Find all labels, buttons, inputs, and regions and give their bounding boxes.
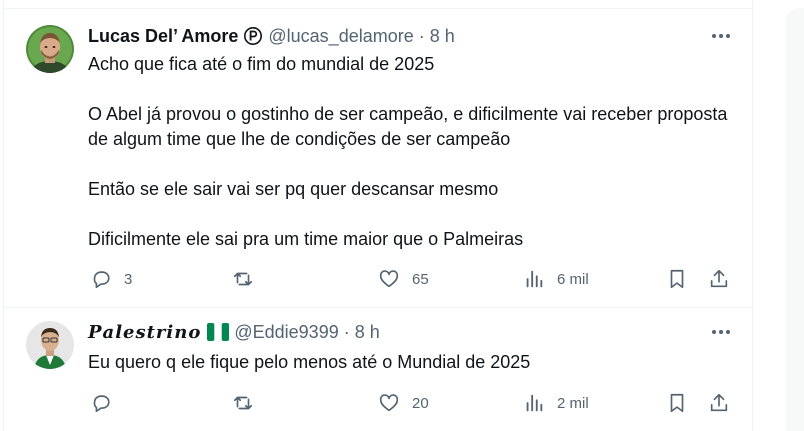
reply-icon xyxy=(90,268,112,290)
like-button[interactable]: 20 xyxy=(378,391,429,415)
bookmark-icon xyxy=(666,392,688,414)
reply-button[interactable]: 3 xyxy=(90,267,132,291)
more-options-button[interactable] xyxy=(708,321,734,343)
like-count: 20 xyxy=(412,394,429,412)
view-count: 2 mil xyxy=(557,394,589,412)
tweet-actions: 20 2 mil xyxy=(4,391,752,415)
bookmark-button[interactable] xyxy=(666,267,688,291)
timestamp[interactable]: 8 h xyxy=(355,322,380,343)
display-name[interactable]: 𝑷𝒂𝒍𝒆𝒔𝒕𝒓𝒊𝒏𝒐 xyxy=(88,322,201,343)
share-icon xyxy=(708,392,730,414)
display-name[interactable]: Lucas Del’ Amore xyxy=(88,26,238,47)
avatar[interactable] xyxy=(26,25,74,73)
handle[interactable]: @Eddie9399 xyxy=(234,322,338,343)
retweet-button[interactable] xyxy=(232,391,266,415)
share-button[interactable] xyxy=(708,391,730,415)
like-button[interactable]: 65 xyxy=(378,267,429,291)
share-button[interactable] xyxy=(708,267,730,291)
views-chart-icon xyxy=(523,268,545,290)
like-count: 65 xyxy=(412,270,429,288)
more-dots-icon xyxy=(712,34,730,38)
tweet[interactable]: Lucas Del’ Amore @lucas_delamore · 8 h A… xyxy=(4,8,752,308)
handle[interactable]: @lucas_delamore xyxy=(268,26,413,47)
reply-icon xyxy=(90,392,112,414)
tweet[interactable]: 𝑷𝒂𝒍𝒆𝒔𝒕𝒓𝒊𝒏𝒐 @Eddie9399 · 8 h Eu quero q e… xyxy=(4,307,752,431)
retweet-button[interactable] xyxy=(232,267,266,291)
avatar[interactable] xyxy=(26,321,74,369)
tweet-header: Lucas Del’ Amore @lucas_delamore · 8 h xyxy=(88,25,455,47)
reply-count: 3 xyxy=(124,270,133,288)
tweet-text: Eu quero q ele fique pelo menos até o Mu… xyxy=(88,352,531,372)
heart-icon xyxy=(378,268,400,290)
views-button[interactable]: 6 mil xyxy=(523,267,589,291)
tweet-text: Acho que fica até o fim do mundial de 20… xyxy=(88,54,728,249)
heart-icon xyxy=(378,392,400,414)
tweet-actions: 3 65 6 mil xyxy=(4,267,752,291)
sidebar-card xyxy=(786,8,804,431)
view-count: 6 mil xyxy=(557,270,589,288)
tweet-header: 𝑷𝒂𝒍𝒆𝒔𝒕𝒓𝒊𝒏𝒐 @Eddie9399 · 8 h xyxy=(88,321,380,343)
timestamp[interactable]: 8 h xyxy=(430,26,455,47)
parody-p-icon xyxy=(243,26,263,46)
retweet-icon xyxy=(232,268,254,290)
bookmark-icon xyxy=(666,268,688,290)
separator: · xyxy=(418,25,425,46)
views-button[interactable]: 2 mil xyxy=(523,391,589,415)
bookmark-button[interactable] xyxy=(666,391,688,415)
reply-button[interactable] xyxy=(90,391,124,415)
separator: · xyxy=(343,321,350,342)
conversation-feed: Lucas Del’ Amore @lucas_delamore · 8 h A… xyxy=(3,0,753,431)
nigeria-flag-icon xyxy=(207,323,230,341)
share-icon xyxy=(708,268,730,290)
more-options-button[interactable] xyxy=(708,25,734,47)
retweet-icon xyxy=(232,392,254,414)
views-chart-icon xyxy=(523,392,545,414)
more-dots-icon xyxy=(712,330,730,334)
